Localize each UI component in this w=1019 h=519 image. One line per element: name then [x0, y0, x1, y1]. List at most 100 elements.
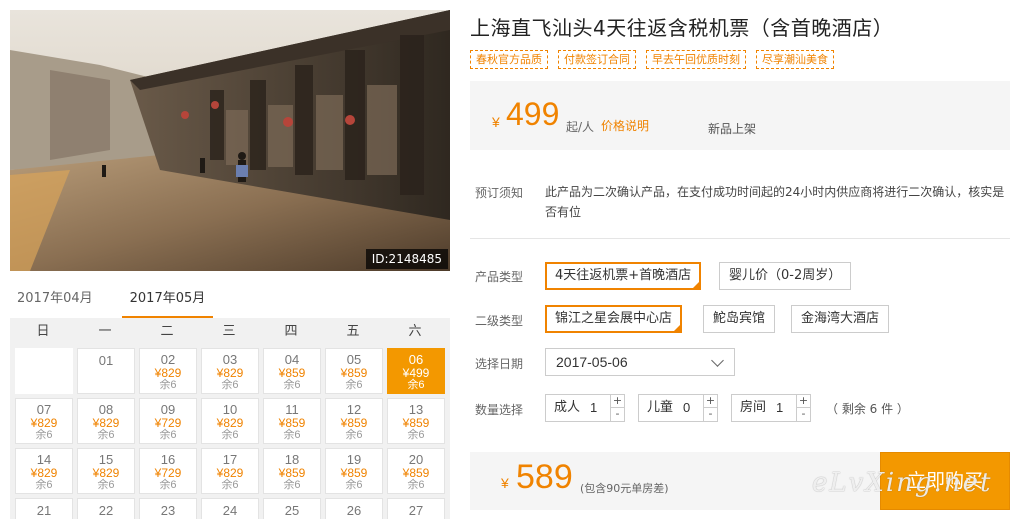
calendar-day[interactable]: 13 ¥859 余6 — [387, 398, 445, 444]
day-number: 02 — [160, 352, 176, 367]
calendar-day[interactable]: 17 ¥829 余6 — [201, 448, 259, 494]
day-number: 26 — [346, 503, 362, 518]
calendar-day[interactable]: 05 ¥859 余6 — [325, 348, 383, 394]
calendar-day[interactable]: 11 ¥859 余6 — [263, 398, 321, 444]
chevron-down-icon — [711, 354, 724, 367]
day-stock: 余6 — [221, 479, 239, 491]
new-product-label: 新品上架 — [708, 122, 757, 136]
room-stepper[interactable]: 房间 1 + - — [731, 394, 811, 422]
calendar-day[interactable]: 22 — [77, 498, 135, 519]
weekday-label: 四 — [284, 324, 298, 339]
child-stepper[interactable]: 儿童 0 + - — [638, 394, 718, 422]
day-number: 13 — [408, 402, 424, 417]
calendar-day[interactable]: 01 — [77, 348, 135, 394]
day-number: 24 — [222, 503, 238, 518]
adult-value[interactable]: 1 — [580, 395, 597, 421]
day-price: ¥859 — [402, 466, 430, 480]
day-stock: 余6 — [345, 379, 363, 391]
calendar-day[interactable]: 23 — [139, 498, 197, 519]
day-stock: 余6 — [345, 479, 363, 491]
calendar-grid: 01 02 ¥829 余6 03 ¥829 余6 04 ¥859 余6 05 ¥859 余6 06 ¥499… — [10, 346, 450, 519]
day-stock: 余6 — [159, 479, 177, 491]
day-stock: 余6 — [345, 429, 363, 441]
day-stock: 余6 — [97, 429, 115, 441]
weekday-label: 一 — [98, 324, 112, 339]
day-number: 07 — [36, 402, 52, 417]
day-number: 20 — [408, 452, 424, 467]
feature-tag: 尽享潮汕美食 — [756, 50, 834, 69]
date-label: 选择日期 — [475, 357, 524, 371]
calendar-day[interactable]: 27 — [387, 498, 445, 519]
remaining-stock: （ 剩余 6 件 ） — [826, 402, 909, 416]
date-value: 2017-05-06 — [556, 354, 628, 370]
tab-2017-05[interactable]: 2017年05月 — [121, 284, 214, 318]
price-unit: 起/人 — [566, 120, 595, 134]
day-number: 19 — [346, 452, 362, 467]
calendar-day[interactable]: 14 ¥829 余6 — [15, 448, 73, 494]
weekday-label: 日 — [36, 324, 50, 339]
day-number: 25 — [284, 503, 300, 518]
option-flight-hotel[interactable]: 4天往返机票+首晚酒店 — [545, 262, 702, 290]
calendar-day[interactable]: 19 ¥859 余6 — [325, 448, 383, 494]
room-value[interactable]: 1 — [766, 395, 783, 421]
day-price: ¥829 — [30, 416, 58, 430]
day-number: 12 — [346, 402, 362, 417]
adult-minus-button[interactable]: - — [611, 408, 624, 421]
day-stock: 余6 — [159, 379, 177, 391]
day-price: ¥829 — [92, 466, 120, 480]
calendar-day[interactable]: 24 — [201, 498, 259, 519]
calendar-day[interactable]: 06 ¥499 余6 — [387, 348, 445, 394]
calendar-day[interactable]: 21 — [15, 498, 73, 519]
option-tuodao-hotel[interactable]: 鮀岛宾馆 — [703, 305, 776, 333]
calendar-day[interactable]: 07 ¥829 余6 — [15, 398, 73, 444]
calendar-day[interactable]: 03 ¥829 余6 — [201, 348, 259, 394]
day-price: ¥499 — [402, 366, 430, 380]
option-jinjiang-hotel[interactable]: 锦江之星会展中心店 — [545, 305, 683, 333]
day-stock: 余6 — [283, 479, 301, 491]
price-explain-link[interactable]: 价格说明 — [601, 117, 649, 134]
child-minus-button[interactable]: - — [704, 408, 717, 421]
day-price: ¥859 — [278, 416, 306, 430]
day-stock: 余6 — [221, 379, 239, 391]
calendar-day[interactable]: 15 ¥829 余6 — [77, 448, 135, 494]
day-number: 14 — [36, 452, 52, 467]
calendar-day[interactable]: 09 ¥729 余6 — [139, 398, 197, 444]
child-value[interactable]: 0 — [673, 395, 690, 421]
room-minus-button[interactable]: - — [797, 408, 810, 421]
day-stock: 余6 — [407, 429, 425, 441]
day-price: ¥859 — [278, 466, 306, 480]
tab-2017-04[interactable]: 2017年04月 — [10, 284, 100, 318]
divider — [470, 238, 1010, 239]
price-box: ¥ 499 起/人 价格说明 新品上架 — [470, 81, 1010, 150]
weekday-label: 三 — [222, 324, 236, 339]
day-number: 05 — [346, 352, 362, 367]
day-price: ¥729 — [154, 466, 182, 480]
day-price: ¥829 — [216, 366, 244, 380]
day-price: ¥859 — [340, 466, 368, 480]
weekday-header: 日 一 二 三 四 五 六 — [10, 318, 450, 346]
calendar-day[interactable]: 25 — [263, 498, 321, 519]
calendar-day[interactable]: 26 — [325, 498, 383, 519]
day-number: 03 — [222, 352, 238, 367]
calendar-day[interactable]: 08 ¥829 余6 — [77, 398, 135, 444]
calendar-day[interactable]: 18 ¥859 余6 — [263, 448, 321, 494]
day-number: 04 — [284, 352, 300, 367]
quantity-label: 数量选择 — [475, 403, 524, 417]
buy-now-button[interactable]: 立即购买 — [880, 452, 1010, 510]
adult-stepper[interactable]: 成人 1 + - — [545, 394, 625, 422]
option-infant-price[interactable]: 婴儿价（0-2周岁） — [719, 262, 852, 290]
calendar-day[interactable]: 20 ¥859 余6 — [387, 448, 445, 494]
stepper-buttons: + - — [703, 395, 717, 421]
option-jinhaiwan-hotel[interactable]: 金海湾大酒店 — [791, 305, 890, 333]
date-select[interactable]: 2017-05-06 — [545, 348, 735, 376]
price-currency: ¥ — [492, 114, 500, 130]
calendar-day[interactable]: 10 ¥829 余6 — [201, 398, 259, 444]
calendar-day[interactable]: 16 ¥729 余6 — [139, 448, 197, 494]
day-number: 15 — [98, 452, 114, 467]
calendar-day[interactable]: 12 ¥859 余6 — [325, 398, 383, 444]
feature-tag: 付款签订合同 — [558, 50, 636, 69]
price-amount: 499 — [506, 96, 560, 132]
calendar-day[interactable]: 02 ¥829 余6 — [139, 348, 197, 394]
calendar-day[interactable]: 04 ¥859 余6 — [263, 348, 321, 394]
day-price: ¥859 — [278, 366, 306, 380]
